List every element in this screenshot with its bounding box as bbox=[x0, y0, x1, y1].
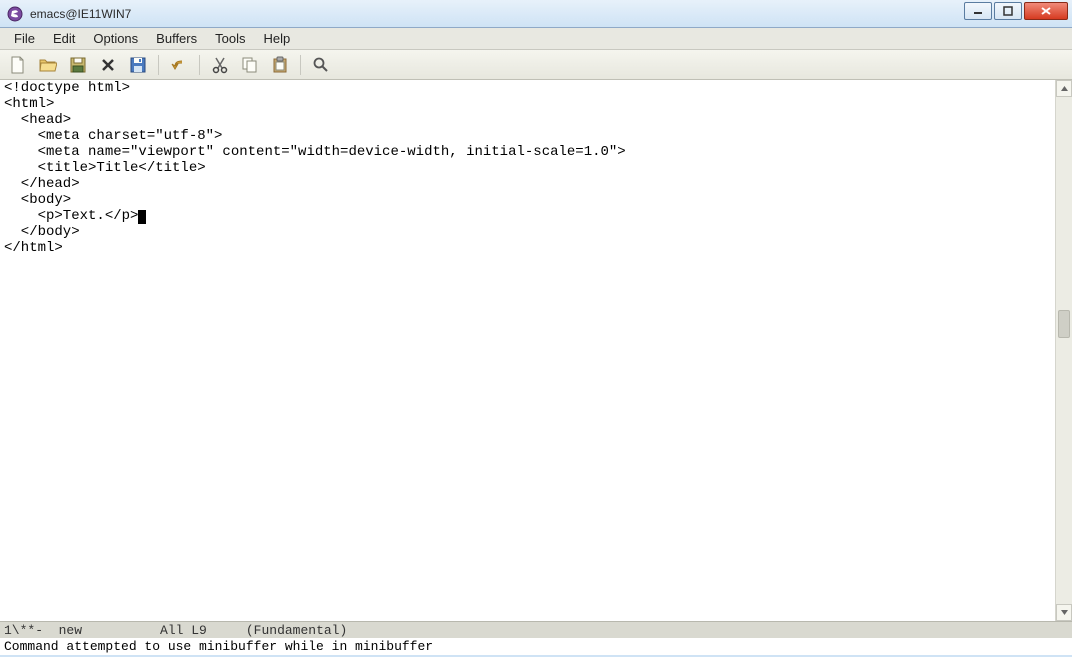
cut-icon[interactable] bbox=[208, 53, 232, 77]
close-x-icon[interactable] bbox=[96, 53, 120, 77]
toolbar bbox=[0, 50, 1072, 80]
copy-icon[interactable] bbox=[238, 53, 262, 77]
minibuffer[interactable]: Command attempted to use minibuffer whil… bbox=[0, 638, 1072, 655]
toolbar-separator bbox=[300, 55, 301, 75]
text-buffer[interactable]: <!doctype html> <html> <head> <meta char… bbox=[0, 80, 1055, 621]
window-controls bbox=[964, 2, 1068, 20]
open-folder-icon[interactable] bbox=[36, 53, 60, 77]
scrollbar-track[interactable] bbox=[1056, 97, 1072, 604]
menu-help[interactable]: Help bbox=[255, 29, 298, 48]
window-titlebar: emacs@IE11WIN7 bbox=[0, 0, 1072, 28]
emacs-app-icon bbox=[6, 5, 24, 23]
new-file-icon[interactable] bbox=[6, 53, 30, 77]
paste-icon[interactable] bbox=[268, 53, 292, 77]
menu-options[interactable]: Options bbox=[85, 29, 146, 48]
scroll-up-icon[interactable] bbox=[1056, 80, 1072, 97]
maximize-button[interactable] bbox=[994, 2, 1022, 20]
modeline-spacer bbox=[207, 623, 246, 638]
text-cursor bbox=[138, 210, 146, 224]
save-floppy-icon[interactable] bbox=[126, 53, 150, 77]
modeline-buffer-status: 1\**- new bbox=[4, 623, 82, 638]
mode-line[interactable]: 1\**- new All L9 (Fundamental) bbox=[0, 621, 1072, 638]
search-icon[interactable] bbox=[309, 53, 333, 77]
menu-edit[interactable]: Edit bbox=[45, 29, 83, 48]
minimize-button[interactable] bbox=[964, 2, 992, 20]
menu-buffers[interactable]: Buffers bbox=[148, 29, 205, 48]
minibuffer-message: Command attempted to use minibuffer whil… bbox=[4, 639, 433, 654]
editor-area: <!doctype html> <html> <head> <meta char… bbox=[0, 80, 1072, 621]
menubar: File Edit Options Buffers Tools Help bbox=[0, 28, 1072, 50]
modeline-spacer bbox=[82, 623, 160, 638]
menu-tools[interactable]: Tools bbox=[207, 29, 253, 48]
modeline-position: All L9 bbox=[160, 623, 207, 638]
modeline-major-mode: (Fundamental) bbox=[246, 623, 347, 638]
scrollbar-thumb[interactable] bbox=[1058, 310, 1070, 338]
scroll-down-icon[interactable] bbox=[1056, 604, 1072, 621]
window-title: emacs@IE11WIN7 bbox=[30, 7, 131, 21]
vertical-scrollbar[interactable] bbox=[1055, 80, 1072, 621]
close-button[interactable] bbox=[1024, 2, 1068, 20]
toolbar-separator bbox=[199, 55, 200, 75]
menu-file[interactable]: File bbox=[6, 29, 43, 48]
undo-icon[interactable] bbox=[167, 53, 191, 77]
save-as-dir-icon[interactable] bbox=[66, 53, 90, 77]
toolbar-separator bbox=[158, 55, 159, 75]
